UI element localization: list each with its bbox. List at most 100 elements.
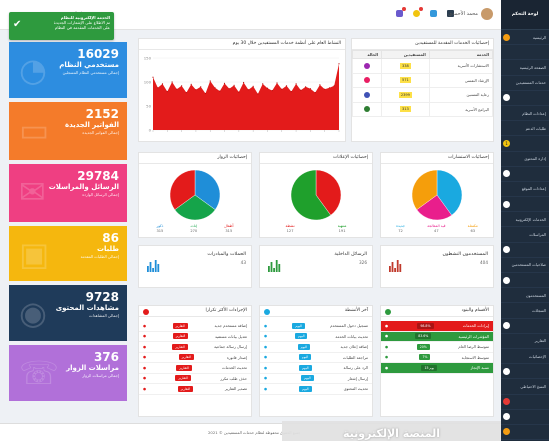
bar-chart-icon [389,260,402,272]
sidebar-item[interactable]: السجلات [501,303,549,319]
mini-stat-card[interactable]: المستخدمون النشطون 404 [380,245,494,288]
list-item[interactable]: تحديث المحتوى اليوم ● [260,384,372,395]
sidebar-item[interactable]: الخدمات الإلكترونية [501,212,549,228]
sidebar-item[interactable]: طلبات الدعم [501,121,549,137]
sidebar-item[interactable]: صلاحيات المستخدمين [501,258,549,273]
data-point [223,82,226,84]
legend-item: نشطة 127 [286,224,295,233]
list-item-tag: 98.8% [417,322,434,329]
list-item[interactable]: تحديث الخدمات التقارير ● [139,363,251,374]
list-body: تسجيل دخول المستخدم اليوم ● تحديث بيانات ال… [260,317,372,395]
sidebar-item[interactable] [501,425,549,441]
list-item[interactable]: إرسال إشعار اليوم ● [260,374,372,384]
data-point [161,83,164,85]
list-item[interactable]: إضافة إعلان جديد اليوم ● [260,342,372,353]
list-item-tag: التقارير [176,364,192,371]
list-item-text: إرسال رسالة جماعية [214,344,247,350]
sidebar-item[interactable] [501,364,549,380]
list-item[interactable]: حذف طلب مكرر التقارير ● [139,374,251,384]
sidebar-item[interactable] [501,395,549,410]
sidebar-item[interactable] [501,319,549,334]
list-item[interactable]: إصدار فاتورة التقارير ● [139,353,251,363]
tasks-icon[interactable] [430,10,437,17]
stat-tile[interactable]: ◉ 9728 مشاهدات المحتوى إجمالي المشاهدات [9,285,127,341]
tile-subtitle: إجمالي الطلبات المقدمة [80,254,119,259]
sidebar-item-label: إعدادات الموقع [521,186,546,192]
list-body: إضافة مستخدم جديد التقارير ● تعديل بيانات م… [139,317,251,395]
sidebar-item[interactable]: خدمات المستفيدين [501,76,549,91]
tile-subtitle: إجمالي الفواتير الجديدة [82,130,119,135]
sidebar-item[interactable] [501,197,549,213]
sidebar-item[interactable] [501,45,549,61]
sidebar-item[interactable]: إعدادات الموقع [501,182,549,198]
activity-chart-title: النشاط العام على أنظمة خدمات المستفيدين … [139,39,345,50]
notification-bell-icon[interactable] [413,7,423,17]
list-item[interactable]: تصدير التقارير التقارير ● [139,384,251,395]
tile-subtitle: إجمالي مراسلات الزوار [82,373,119,378]
data-point [285,85,288,87]
success-toast[interactable]: ✔ الخدمة الإلكترونية للنظام تم الاطلاع ع… [9,12,114,40]
service-name[interactable]: البرامج الأسرية [428,101,494,117]
list-item[interactable]: المؤشرات الرئيسية 83.6% ● [381,331,493,342]
sidebar-item[interactable]: 1 [501,136,549,152]
messages-icon[interactable] [396,7,406,17]
service-name[interactable]: الاستشارات الأسرية [428,58,494,74]
list-item-text: إضافة مستخدم جديد [214,323,247,329]
list-title: الإجراءات الأكثر تكرارا [139,306,251,317]
list-item[interactable]: إيرادات الخدمات 98.8% ● [381,321,493,332]
sidebar-item-dot-icon: 1 [503,139,510,147]
legend-label: قيد المعالجة [427,224,446,228]
sidebar-item[interactable] [501,91,549,106]
data-point [247,89,249,91]
sidebar-item[interactable]: الرئيسية [501,30,549,46]
sidebar-item[interactable]: إدارة المحتوى [501,152,549,167]
list-accent-icon [385,308,391,315]
mini-stat-card[interactable]: الرسائل الداخلية 326 [259,245,373,288]
list-item-tag: التقارير [177,385,194,392]
mini-stat-card[interactable]: الحملات والمبادرات 43 [138,245,252,288]
sidebar-item-dot-icon [503,428,510,436]
sidebar-item[interactable] [501,410,549,425]
sidebar-item[interactable]: الإحصائيات [501,349,549,365]
list-item-text: تحديث الخدمات [222,365,247,371]
list-item[interactable]: تسجيل دخول المستخدم اليوم ● [260,321,372,332]
stat-tile[interactable]: ▣ 86 طلبات إجمالي الطلبات المقدمة [9,226,127,281]
sidebar-item[interactable] [501,243,549,258]
sidebar-item[interactable] [501,167,549,182]
service-name[interactable]: الإرشاد النفسي [428,72,494,88]
mini-stat-title: الرسائل الداخلية [334,252,367,257]
user-menu[interactable]: محمد الأحمدي [448,8,493,20]
list-item-tag: التقارير [178,354,195,361]
sidebar-item[interactable]: إعدادات النظام [501,106,549,122]
list-bullet-icon: ● [385,365,389,370]
pie-chart [411,169,463,221]
sidebar-item[interactable]: الصفحة الرئيسية [501,60,549,76]
sidebar-item[interactable]: التقارير [501,334,549,349]
list-item[interactable]: إضافة مستخدم جديد التقارير ● [139,321,251,332]
list-item[interactable]: متوسط الرضا العام 20% ● [381,342,493,353]
mini-stat-value: 43 [240,260,246,265]
list-bullet-icon: ● [264,365,268,370]
data-point [219,90,221,92]
stat-tile[interactable]: ▭ 2152 الفواتير الجديدة إجمالي الفواتير الج… [9,102,127,160]
stat-tile[interactable]: ☏ 376 مراسلات الزوار إجمالي مراسلات الزوار [9,345,127,401]
list-item[interactable]: نسبة الإنجاز 15 يوم ● [381,363,493,374]
list-item[interactable]: تعديل بيانات مستفيد التقارير ● [139,332,251,342]
data-point [228,88,230,90]
list-item[interactable]: مراجعة الطلبات اليوم ● [260,353,372,363]
data-point [185,92,187,94]
list-item[interactable]: الرد على رسالة اليوم ● [260,363,372,374]
list-bullet-icon: ● [264,344,268,349]
list-item[interactable]: تحديث بيانات الخدمة اليوم ● [260,332,372,342]
count-badge: 313 [399,106,411,113]
list-item[interactable]: إرسال رسالة جماعية التقارير ● [139,342,251,353]
pie-card: إحصائيات الإعلانات نشطة 127 منتهية 191 [259,152,373,238]
sidebar-item[interactable]: النسخ الاحتياطي [501,379,549,395]
sidebar-item[interactable]: المستخدمون [501,288,549,304]
stat-tile[interactable]: ◔ 16029 مستخدمي النظام إجمالي مستخدمي النظا… [9,42,127,98]
sidebar-item[interactable]: المراسلات [501,227,549,243]
stat-tile[interactable]: ✉ 29784 الرسائل والمراسلات إجمالي الرسائل ا… [9,164,127,222]
sidebar-item[interactable] [501,273,549,289]
service-name[interactable]: رعاية المسنين [428,87,494,103]
list-item[interactable]: متوسط الاستجابة 7% ● [381,353,493,363]
